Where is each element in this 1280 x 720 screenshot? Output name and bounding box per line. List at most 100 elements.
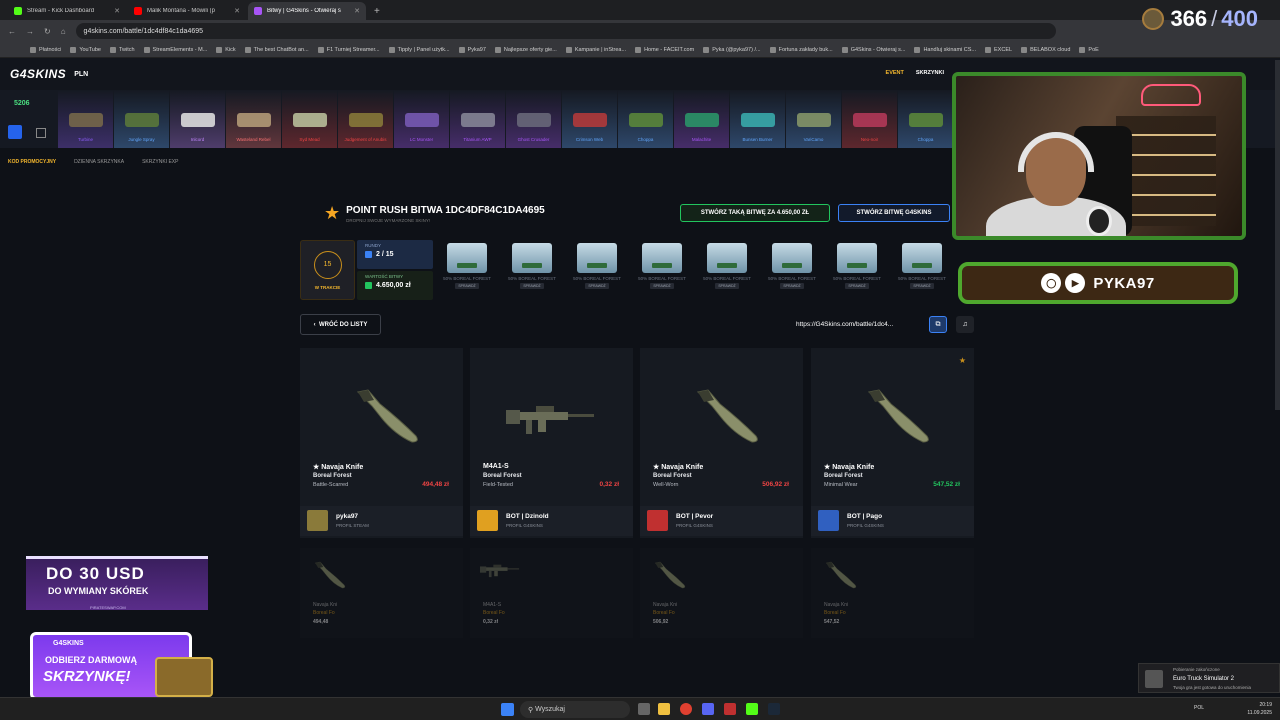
live-drop-item[interactable]: LC Monster (394, 90, 449, 148)
discord-icon[interactable] (702, 703, 714, 715)
profile-link[interactable]: PROFIL G4SKINS (847, 523, 884, 528)
battle-case[interactable]: 50% BOREAL FOREST SPRAWDŹ (566, 240, 628, 300)
live-drop-item[interactable]: Neo-noir (842, 90, 897, 148)
bookmark-item[interactable]: Pyka (@pyka97) /... (703, 46, 761, 53)
close-tab-icon[interactable]: ✕ (234, 7, 240, 15)
live-drop-item[interactable]: Choppa (618, 90, 673, 148)
bookmark-item[interactable]: PoE (1079, 46, 1099, 53)
case-check-button[interactable]: SPRAWDŹ (455, 283, 479, 289)
battle-case[interactable]: 50% BOREAL FOREST SPRAWDŹ (631, 240, 693, 300)
drop-card[interactable]: ★ Navaja Knife Boreal Forest Well-Worn 506,… (640, 348, 803, 538)
battle-case[interactable]: 50% BOREAL FOREST SPRAWDŹ (826, 240, 888, 300)
live-drop-item[interactable]: Turbine (58, 90, 113, 148)
promo-code-link[interactable]: KOD PROMOCYJNY (8, 159, 56, 165)
create-g4skins-battle-button[interactable]: STWÓRZ BITWĘ G4SKINS (838, 204, 950, 222)
bookmark-item[interactable]: Twitch (109, 46, 135, 53)
new-tab-icon[interactable]: + (374, 6, 380, 17)
case-check-button[interactable]: SPRAWDŹ (715, 283, 739, 289)
live-drop-item[interactable]: Crimson Web (562, 90, 617, 148)
live-drop-item[interactable]: Jungle Spray (114, 90, 169, 148)
bookmark-item[interactable]: YouTube (70, 46, 101, 53)
reload-icon[interactable]: ↻ (44, 27, 51, 36)
clock[interactable]: 20:19 11.09.2025 (1247, 701, 1272, 717)
player-row[interactable]: BOT | Pago PROFIL G4SKINS (811, 506, 974, 536)
currency-selector[interactable]: PLN (74, 71, 88, 78)
profile-link[interactable]: PROFIL G4SKINS (506, 523, 543, 528)
bookmark-item[interactable]: Handluj skinami CS... (914, 46, 976, 53)
live-drop-item[interactable]: VariCamo (786, 90, 841, 148)
drop-card[interactable]: ★ Navaja Knife Boreal Forest Minimal Wear 5… (811, 348, 974, 538)
battle-case[interactable]: 50% BOREAL FOREST SPRAWDŹ (436, 240, 498, 300)
chrome-icon[interactable] (680, 703, 692, 715)
drop-card[interactable]: M4A1-S Boreal Forest Field-Tested 0,32 zł BO… (470, 348, 633, 538)
case-view-icon[interactable] (36, 128, 46, 138)
profile-link[interactable]: PROFIL G4SKINS (676, 523, 713, 528)
case-check-button[interactable]: SPRAWDŹ (910, 283, 934, 289)
windows-start-icon[interactable] (501, 703, 514, 716)
favorite-star-icon[interactable]: ★ (959, 356, 966, 365)
bookmark-item[interactable]: F1 Turniej Streamer... (317, 46, 380, 53)
create-same-battle-button[interactable]: STWÓRZ TAKĄ BITWĘ ZA 4.650,00 ZŁ (680, 204, 830, 222)
sound-toggle-button[interactable]: ♫ (956, 316, 974, 333)
live-drop-item[interactable]: Ghost Crusader (506, 90, 561, 148)
task-view-icon[interactable] (638, 703, 650, 715)
file-explorer-icon[interactable] (658, 703, 670, 715)
bookmark-item[interactable]: StreamElements - M... (143, 46, 207, 53)
browser-tab[interactable]: Malik Montana - Mówili (p ✕ (128, 2, 246, 20)
kick-icon[interactable] (746, 703, 758, 715)
cases-link[interactable]: SKRZYNKI (916, 70, 944, 76)
page-scrollbar[interactable] (1275, 60, 1280, 410)
case-check-button[interactable]: SPRAWDŹ (650, 283, 674, 289)
bookmark-item[interactable]: Home - FACEIT.com (635, 46, 694, 53)
site-logo[interactable]: G4SKINS (10, 67, 66, 81)
bookmark-item[interactable]: Tipply | Panel użytk... (388, 46, 450, 53)
event-link[interactable]: EVENT (886, 70, 904, 76)
back-nav-icon[interactable]: ← (8, 27, 16, 36)
live-drop-item[interactable]: Malachite (674, 90, 729, 148)
forward-nav-icon[interactable]: → (26, 27, 34, 36)
battle-case[interactable]: 50% BOREAL FOREST SPRAWDŹ (761, 240, 823, 300)
bookmark-item[interactable]: Najlepsze oferty gie... (494, 46, 557, 53)
bookmark-item[interactable]: Kick (216, 46, 236, 53)
exp-cases-link[interactable]: SKRZYNKI EXP (142, 159, 178, 165)
bookmark-item[interactable]: BELABOX cloud (1021, 46, 1070, 53)
home-icon[interactable]: ⌂ (61, 27, 66, 36)
taskbar-search[interactable]: ⚲ Wyszukaj (520, 701, 630, 718)
live-drop-item[interactable]: Bunsen Burner (730, 90, 785, 148)
bookmark-item[interactable]: Płatności (30, 46, 61, 53)
player-row[interactable]: BOT | Dzinold PROFIL G4SKINS (470, 506, 633, 536)
live-drop-item[interactable]: Syd Mead (282, 90, 337, 148)
bookmark-item[interactable]: G4Skins - Otwieraj s... (841, 46, 905, 53)
battle-case[interactable]: 50% BOREAL FOREST SPRAWDŹ (696, 240, 758, 300)
download-toast[interactable]: Pobieranie zakończone Euro Truck Simulat… (1138, 663, 1280, 693)
player-row[interactable]: pyka97 PROFIL STEAM (300, 506, 463, 536)
browser-tab[interactable]: Stream - Kick Dashboard ✕ (8, 2, 126, 20)
grid-view-icon[interactable] (8, 125, 22, 139)
url-field[interactable]: g4skins.com/battle/1dc4df84c1da4695 (75, 23, 1056, 39)
bookmark-item[interactable]: Kampanie | inStrea... (565, 46, 626, 53)
player-row[interactable]: BOT | Pevor PROFIL G4SKINS (640, 506, 803, 536)
case-check-button[interactable]: SPRAWDŹ (845, 283, 869, 289)
close-tab-icon[interactable]: ✕ (354, 7, 360, 15)
live-drop-item[interactable]: Choppa (898, 90, 953, 148)
language-indicator[interactable]: POL (1194, 705, 1204, 711)
drop-card[interactable]: ★ Navaja Knife Boreal Forest Battle-Scarre… (300, 348, 463, 538)
app-icon-red[interactable] (724, 703, 736, 715)
close-tab-icon[interactable]: ✕ (114, 7, 120, 15)
steam-icon[interactable] (768, 703, 780, 715)
bookmark-item[interactable]: Fortuna zakłady buk... (769, 46, 833, 53)
bookmark-item[interactable]: Pyka97 (458, 46, 486, 53)
battle-link-field[interactable]: https://G4Skins.com/battle/1dc4... (792, 316, 922, 333)
daily-case-link[interactable]: DZIENNA SKRZYNKA (74, 159, 124, 165)
battle-case[interactable]: 50% BOREAL FOREST SPRAWDŹ (891, 240, 953, 300)
live-drop-item[interactable]: Inlcord (170, 90, 225, 148)
case-check-button[interactable]: SPRAWDŹ (780, 283, 804, 289)
battle-case[interactable]: 50% BOREAL FOREST SPRAWDŹ (501, 240, 563, 300)
case-check-button[interactable]: SPRAWDŹ (520, 283, 544, 289)
bookmark-item[interactable]: The best ChatBot an... (244, 46, 309, 53)
live-drop-item[interactable]: Titanium AWP (450, 90, 505, 148)
live-drop-item[interactable]: Wasteland Rebel (226, 90, 281, 148)
live-drop-item[interactable]: Judgement of Anubis (338, 90, 393, 148)
bookmark-item[interactable]: EXCEL (985, 46, 1012, 53)
browser-tab[interactable]: Bitwy | G4Skins - Otwieraj s ✕ (248, 2, 366, 20)
